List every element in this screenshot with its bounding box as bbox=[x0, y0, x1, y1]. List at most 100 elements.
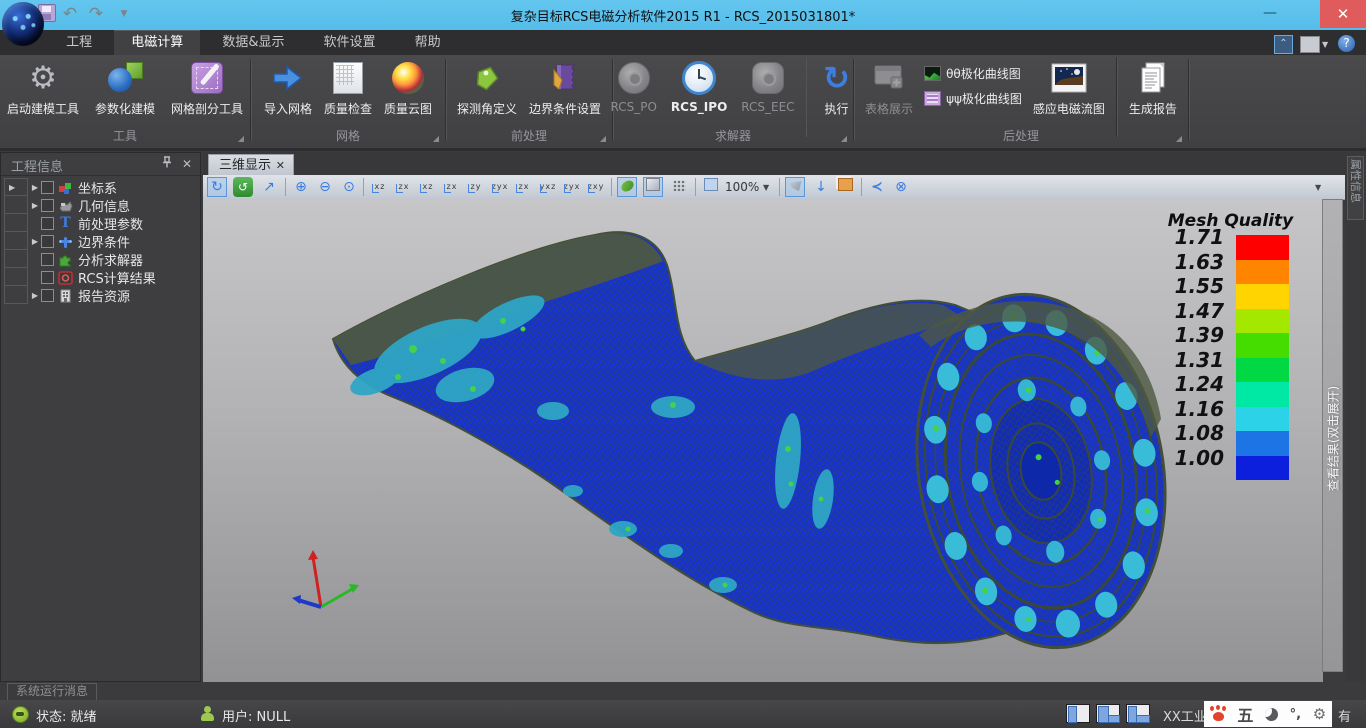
quality-check-button[interactable]: 质量检查 bbox=[321, 57, 375, 119]
tree-item-report-resources[interactable]: ▶ 报告资源 bbox=[29, 286, 199, 304]
share-flow-icon[interactable]: ≺ bbox=[867, 177, 887, 197]
detection-angle-button[interactable]: 探测角定义 bbox=[454, 57, 520, 119]
expand-icon[interactable]: ▶ bbox=[29, 237, 41, 246]
help-icon[interactable]: ? bbox=[1338, 35, 1355, 52]
gutter-cell[interactable] bbox=[4, 214, 28, 232]
view-top-icon[interactable]: zy bbox=[465, 178, 487, 196]
toolbar-overflow-icon[interactable]: ▼ bbox=[1315, 183, 1321, 192]
tab-em-computation[interactable]: 电磁计算 bbox=[114, 30, 200, 56]
checkbox[interactable] bbox=[41, 235, 54, 248]
tab-system-messages[interactable]: 系统运行消息 bbox=[7, 683, 97, 701]
ime-logo-icon[interactable] bbox=[1210, 706, 1226, 722]
tab-data-display[interactable]: 数据&显示 bbox=[205, 30, 301, 55]
expand-icon[interactable]: ▶ bbox=[29, 201, 41, 210]
generate-report-button[interactable]: 生成报告 bbox=[1126, 57, 1180, 119]
psi-polarization-curve-button[interactable]: ψψ极化曲线图 bbox=[924, 90, 1022, 107]
viewport-3d[interactable]: Mesh Quality 1.71 1.63 1.55 1.47 1.39 1.… bbox=[203, 199, 1323, 682]
rotate-view-icon[interactable]: ↻ bbox=[207, 177, 227, 197]
ime-wubi-mode[interactable]: 五 bbox=[1237, 702, 1253, 726]
checkbox[interactable] bbox=[41, 181, 54, 194]
gutter-cell[interactable] bbox=[4, 196, 28, 214]
view-front-icon[interactable]: xz bbox=[369, 178, 391, 196]
select-mode-icon[interactable] bbox=[785, 177, 805, 197]
points-mode-icon[interactable] bbox=[669, 177, 689, 197]
zoom-dropdown-icon[interactable]: ▼ bbox=[763, 183, 769, 192]
view-right-icon[interactable]: zx bbox=[441, 178, 463, 196]
parametric-modeling-button[interactable]: 参数化建模 bbox=[92, 57, 158, 119]
checkbox[interactable] bbox=[41, 289, 54, 302]
tab-view-results-collapsed[interactable]: 查看结果(双击展开) bbox=[1322, 199, 1343, 672]
group-expand-icon[interactable]: ◢ bbox=[841, 134, 847, 143]
tree-item-analysis-solver[interactable]: 分析求解器 bbox=[29, 250, 199, 268]
close-tab-icon[interactable]: ✕ bbox=[276, 155, 285, 176]
group-expand-icon[interactable]: ◢ bbox=[433, 134, 439, 143]
tab-3d-display[interactable]: 三维显示 ✕ bbox=[208, 154, 294, 175]
group-expand-icon[interactable]: ◢ bbox=[238, 134, 244, 143]
shaded-mode-icon[interactable] bbox=[617, 177, 637, 197]
app-logo-icon[interactable] bbox=[2, 2, 44, 46]
tab-software-settings[interactable]: 软件设置 bbox=[307, 30, 393, 55]
view-iso3-icon[interactable]: zyx bbox=[561, 178, 583, 196]
collapse-ribbon-icon[interactable]: ⌃ bbox=[1274, 35, 1293, 54]
zoom-window-icon[interactable]: ⊙ bbox=[339, 177, 359, 197]
undo-icon[interactable]: ↶ bbox=[60, 5, 80, 23]
group-expand-icon[interactable]: ◢ bbox=[1176, 134, 1182, 143]
gutter-cell[interactable] bbox=[4, 250, 28, 268]
view-iso2-icon[interactable]: yxz bbox=[537, 178, 559, 196]
import-mesh-button[interactable]: 导入网格 bbox=[261, 57, 315, 119]
gutter-cell[interactable] bbox=[4, 268, 28, 286]
layout-left-panel-icon[interactable] bbox=[1066, 704, 1090, 723]
ime-fullhalf-moon-icon[interactable] bbox=[1265, 708, 1278, 721]
zoom-in-icon[interactable]: ⊕ bbox=[291, 177, 311, 197]
layers-icon[interactable] bbox=[835, 177, 855, 197]
ime-punctuation-icon[interactable]: °, bbox=[1290, 707, 1301, 722]
rcs-po-button[interactable]: RCS_PO bbox=[607, 57, 659, 116]
view-back-icon[interactable]: zx bbox=[393, 178, 415, 196]
view-iso4-icon[interactable]: zxy bbox=[585, 178, 607, 196]
tree-item-preprocess-params[interactable]: T 前处理参数 bbox=[29, 214, 199, 232]
mesh-partition-tool-button[interactable]: 网格剖分工具 bbox=[168, 57, 246, 119]
tree-item-coordinate-system[interactable]: ▶ 坐标系 bbox=[29, 178, 199, 196]
table-display-button[interactable]: 表格展示 bbox=[862, 57, 916, 119]
zoom-level-icon[interactable] bbox=[701, 177, 721, 197]
gutter-cell[interactable] bbox=[4, 286, 28, 304]
boundary-condition-button[interactable]: 边界条件设置 bbox=[526, 57, 604, 119]
rcs-eec-button[interactable]: RCS_EEC bbox=[738, 57, 797, 116]
down-arrow-icon[interactable]: ↓ bbox=[811, 177, 831, 197]
pin-icon[interactable] bbox=[159, 156, 175, 172]
expand-icon[interactable]: ▶ bbox=[29, 183, 41, 192]
tree-item-boundary-conditions[interactable]: ▶ 边界条件 bbox=[29, 232, 199, 250]
checkbox[interactable] bbox=[41, 217, 54, 230]
close-view-icon[interactable]: ⊗ bbox=[891, 177, 911, 197]
tab-help[interactable]: 帮助 bbox=[398, 30, 458, 55]
execute-button[interactable]: ↻ 执行 bbox=[815, 57, 859, 119]
quick-access-dropdown-icon[interactable]: ▼ bbox=[114, 5, 134, 23]
window-style-icon[interactable] bbox=[1300, 36, 1320, 53]
launch-modeling-tool-button[interactable]: ⚙ 启动建模工具 bbox=[4, 57, 82, 119]
ime-settings-gear-icon[interactable]: ⚙ bbox=[1313, 705, 1326, 723]
view-left-icon[interactable]: xz bbox=[417, 178, 439, 196]
tab-project[interactable]: 工程 bbox=[49, 30, 109, 55]
gutter-cell[interactable]: ▶ bbox=[4, 178, 28, 196]
checkbox[interactable] bbox=[41, 199, 54, 212]
gutter-cell[interactable] bbox=[4, 232, 28, 250]
group-expand-icon[interactable]: ◢ bbox=[600, 134, 606, 143]
theta-polarization-curve-button[interactable]: θθ极化曲线图 bbox=[924, 65, 1022, 82]
zoom-level-value[interactable]: 100% bbox=[725, 180, 759, 194]
minimize-button[interactable]: — bbox=[1256, 0, 1284, 26]
layout-bottom-panel-icon[interactable] bbox=[1126, 704, 1150, 723]
tree-item-rcs-results[interactable]: RCS计算结果 bbox=[29, 268, 199, 286]
pan-zoom-extents-icon[interactable]: ↗ bbox=[259, 177, 279, 197]
close-panel-icon[interactable]: ✕ bbox=[179, 156, 195, 172]
layout-split-panel-icon[interactable] bbox=[1096, 704, 1120, 723]
redo-icon[interactable]: ↷ bbox=[86, 5, 106, 23]
induced-current-map-button[interactable]: 感应电磁流图 bbox=[1030, 57, 1108, 119]
tab-properties-collapsed[interactable]: 属性信息 bbox=[1347, 156, 1364, 220]
view-iso1-icon[interactable]: zx bbox=[513, 178, 535, 196]
restore-button[interactable] bbox=[1288, 0, 1316, 26]
zoom-out-icon[interactable]: ⊖ bbox=[315, 177, 335, 197]
checkbox[interactable] bbox=[41, 271, 54, 284]
expand-icon[interactable]: ▶ bbox=[29, 291, 41, 300]
checkbox[interactable] bbox=[41, 253, 54, 266]
quality-cloud-button[interactable]: 质量云图 bbox=[381, 57, 435, 119]
